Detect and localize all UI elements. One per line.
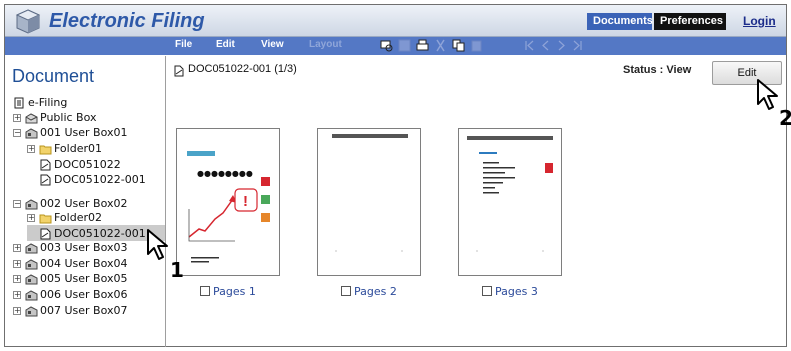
page-thumbnail-2[interactable] xyxy=(317,128,421,276)
expand-icon[interactable]: + xyxy=(27,145,35,153)
pointer-cursor-icon xyxy=(756,78,780,117)
document-view: DOC051022-001 (1/3) Status : View Edit ●… xyxy=(167,56,786,347)
paste-icon xyxy=(470,39,483,52)
document-path: DOC051022-001 (1/3) xyxy=(188,63,297,75)
svg-text:!: ! xyxy=(243,193,248,210)
document-heading: Document xyxy=(12,66,95,86)
previous-page-icon xyxy=(539,39,552,52)
document-icon xyxy=(39,228,52,240)
tree-item-label: 006 User Box06 xyxy=(40,288,128,301)
step-2-marker: 2 xyxy=(779,106,791,130)
tree-item-label: 004 User Box04 xyxy=(40,257,128,270)
folder-icon xyxy=(39,143,52,155)
tree-item-label: 001 User Box01 xyxy=(40,126,128,139)
tree-item-label: 005 User Box05 xyxy=(40,272,128,285)
save-icon xyxy=(398,39,411,52)
page-thumbnail-3[interactable] xyxy=(458,128,562,276)
tab-preferences[interactable]: Preferences xyxy=(654,13,726,30)
tree-item[interactable]: +006 User Box06 xyxy=(5,288,165,303)
checkbox-box[interactable] xyxy=(200,286,210,296)
document-icon xyxy=(39,159,52,171)
tree-item[interactable]: DOC051022-001 xyxy=(5,227,165,242)
expand-icon[interactable]: + xyxy=(13,244,21,252)
tree-item-label: Folder01 xyxy=(54,142,102,155)
expand-icon[interactable]: + xyxy=(13,307,21,315)
tree-item-label: 007 User Box07 xyxy=(40,304,128,317)
tree-item[interactable]: + Public Box xyxy=(5,111,165,126)
tree-item[interactable]: e-Filing xyxy=(5,96,165,111)
tree-item-label: 002 User Box02 xyxy=(40,197,128,210)
collapse-icon[interactable]: − xyxy=(13,129,21,137)
expand-icon[interactable]: + xyxy=(27,214,35,222)
user-box-icon xyxy=(25,289,38,301)
folder-icon xyxy=(39,212,52,224)
preview-icon[interactable] xyxy=(380,39,393,52)
tab-documents[interactable]: Documents xyxy=(587,13,653,30)
tree-item-label: DOC051022-001 xyxy=(54,173,146,186)
user-box-icon xyxy=(25,127,38,139)
tree-item-label: DOC051022 xyxy=(54,158,121,171)
login-link[interactable]: Login xyxy=(743,14,776,28)
menu-edit[interactable]: Edit xyxy=(216,39,235,50)
tree-item-label: 003 User Box03 xyxy=(40,241,128,254)
page-3-checkbox[interactable]: Pages 3 xyxy=(482,285,538,298)
tree-item[interactable]: +007 User Box07 xyxy=(5,304,165,319)
page-thumbnail-1[interactable]: ●●●●●●●● ! xyxy=(176,128,280,276)
tree-item[interactable]: + Folder02 xyxy=(5,211,165,226)
app-header: Electronic Filing Documents Preferences … xyxy=(5,5,786,37)
expand-icon[interactable]: + xyxy=(13,114,21,122)
step-1-marker: 1 xyxy=(170,258,184,282)
document-icon xyxy=(39,174,52,186)
expand-icon[interactable]: + xyxy=(13,260,21,268)
tree-item[interactable]: DOC051022-001 xyxy=(5,173,165,188)
tree-item[interactable]: − 001 User Box01 xyxy=(5,126,165,141)
collapse-icon[interactable]: − xyxy=(13,200,21,208)
page-1-label: Pages 1 xyxy=(213,285,256,298)
document-icon xyxy=(173,64,185,77)
tree-item[interactable]: + Folder01 xyxy=(5,142,165,157)
tree-item[interactable]: +004 User Box04 xyxy=(5,257,165,272)
expand-icon[interactable]: + xyxy=(13,291,21,299)
user-box-icon xyxy=(25,198,38,210)
page-2-label: Pages 2 xyxy=(354,285,397,298)
menu-bar: File Edit View Layout xyxy=(5,37,786,55)
tree-item-label: Public Box xyxy=(40,111,97,124)
page-2-checkbox[interactable]: Pages 2 xyxy=(341,285,397,298)
app-title: Electronic Filing xyxy=(49,10,205,32)
user-box-icon xyxy=(25,273,38,285)
tree-item-label: Folder02 xyxy=(54,211,102,224)
page-3-label: Pages 3 xyxy=(495,285,538,298)
page-1-checkbox[interactable]: Pages 1 xyxy=(200,285,256,298)
tree-item[interactable]: DOC051022 xyxy=(5,158,165,173)
menu-view[interactable]: View xyxy=(261,39,284,50)
user-box-icon xyxy=(25,258,38,270)
public-box-icon xyxy=(25,112,38,124)
pointer-cursor-icon xyxy=(146,228,170,267)
print-icon[interactable] xyxy=(416,39,429,52)
tree-item[interactable]: − 002 User Box02 xyxy=(5,197,165,212)
tree-item-label: DOC051022-001 xyxy=(54,227,146,240)
e-filing-window: Electronic Filing Documents Preferences … xyxy=(4,4,787,347)
checkbox-box[interactable] xyxy=(341,286,351,296)
cut-icon xyxy=(434,39,447,52)
last-page-icon xyxy=(571,39,584,52)
status-label: Status : View xyxy=(623,64,692,76)
efiling-root-icon xyxy=(13,97,26,109)
user-box-icon xyxy=(25,242,38,254)
thumbnail-dots: ●●●●●●●● xyxy=(197,169,253,178)
first-page-icon xyxy=(523,39,536,52)
tree-item-label: e-Filing xyxy=(28,96,68,109)
menu-file[interactable]: File xyxy=(175,39,192,50)
logo-box-icon xyxy=(15,8,41,34)
expand-icon[interactable]: + xyxy=(13,275,21,283)
user-box-icon xyxy=(25,305,38,317)
menu-layout: Layout xyxy=(309,39,342,50)
tree-item[interactable]: +005 User Box05 xyxy=(5,272,165,287)
next-page-icon xyxy=(555,39,568,52)
tree-item[interactable]: +003 User Box03 xyxy=(5,241,165,256)
copy-icon[interactable] xyxy=(452,39,465,52)
document-tree-panel: Document e-Filing + Public Box − 001 User Bo… xyxy=(5,56,166,347)
checkbox-box[interactable] xyxy=(482,286,492,296)
